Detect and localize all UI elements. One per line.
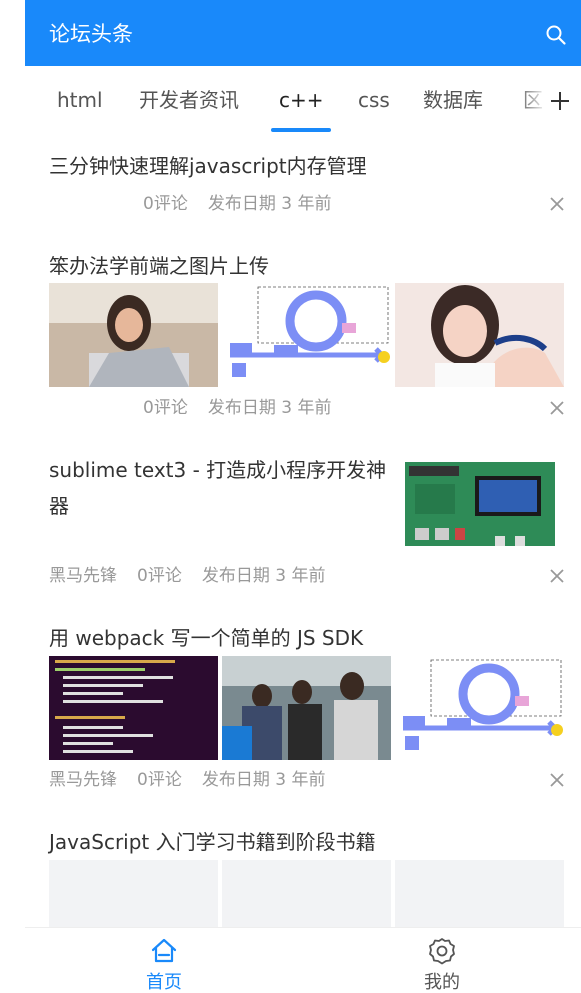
thumbnail-image: [49, 283, 218, 387]
top-navbar: 论坛头条: [25, 0, 581, 66]
author-name: 黑马先锋: [49, 566, 117, 586]
tab-html[interactable]: html: [57, 86, 103, 114]
thumbnail-placeholder: [49, 860, 218, 927]
comment-count: 0评论: [143, 398, 188, 418]
publish-date: 发布日期 3 年前: [207, 194, 332, 214]
tabs-fade-overlay: [517, 86, 547, 120]
thumbnail-placeholder: [395, 860, 564, 927]
tabbar-mine-label: 我的: [424, 972, 460, 993]
tab-developer-news[interactable]: 开发者资讯: [139, 86, 239, 114]
article-title[interactable]: JavaScript 入门学习书籍到阶段书籍: [49, 824, 376, 860]
tab-database[interactable]: 数据库: [423, 86, 483, 114]
close-icon[interactable]: [549, 196, 565, 212]
tabbar-home-label: 首页: [146, 972, 182, 993]
comment-count: 0评论: [143, 194, 188, 214]
channel-tabs: html 开发者资讯 c++ css 数据库 区: [25, 66, 581, 134]
publish-date: 发布日期 3 年前: [207, 398, 332, 418]
thumbnail-image: [395, 656, 564, 760]
thumbnail-image: [222, 283, 391, 387]
comment-count: 0评论: [137, 566, 182, 586]
thumbnail-image: [395, 454, 564, 558]
app-root: 论坛头条 html 开发者资讯 c++ css 数据库 区 三分钟快速理解jav…: [25, 0, 581, 993]
article-title[interactable]: 用 webpack 写一个简单的 JS SDK: [49, 620, 363, 656]
close-icon[interactable]: [549, 772, 565, 788]
publish-date: 发布日期 3 年前: [201, 566, 326, 586]
article-title[interactable]: sublime text3 - 打造成小程序开发神器: [49, 452, 389, 524]
close-icon[interactable]: [549, 400, 565, 416]
article-meta: 黑马先锋 0评论 发布日期 3 年前: [49, 768, 345, 792]
publish-date: 发布日期 3 年前: [201, 770, 326, 790]
active-tab-indicator: [271, 128, 331, 132]
close-icon[interactable]: [549, 568, 565, 584]
thumbnail-image: [222, 656, 391, 760]
home-icon: [151, 938, 177, 963]
bottom-tabbar: 首页 我的: [25, 927, 581, 993]
article-title[interactable]: 三分钟快速理解javascript内存管理: [49, 148, 367, 184]
comment-count: 0评论: [137, 770, 182, 790]
thumbnail-placeholder: [222, 860, 391, 927]
author-name: 黑马先锋: [49, 770, 117, 790]
article-meta: 0评论 发布日期 3 年前: [49, 396, 351, 420]
page-title: 论坛头条: [49, 22, 133, 46]
gear-icon: [429, 938, 455, 965]
plus-icon[interactable]: [549, 90, 571, 112]
thumbnail-image: [395, 283, 564, 387]
tabbar-home[interactable]: 首页: [25, 928, 303, 993]
article-meta: 0评论 发布日期 3 年前: [49, 192, 351, 216]
tab-cpp[interactable]: c++: [279, 86, 324, 114]
article-title[interactable]: 笨办法学前端之图片上传: [49, 248, 269, 284]
tab-css[interactable]: css: [358, 86, 390, 114]
thumbnail-image: [49, 656, 218, 760]
search-icon[interactable]: [545, 24, 567, 46]
tabbar-mine[interactable]: 我的: [303, 928, 581, 993]
article-meta: 黑马先锋 0评论 发布日期 3 年前: [49, 564, 345, 588]
